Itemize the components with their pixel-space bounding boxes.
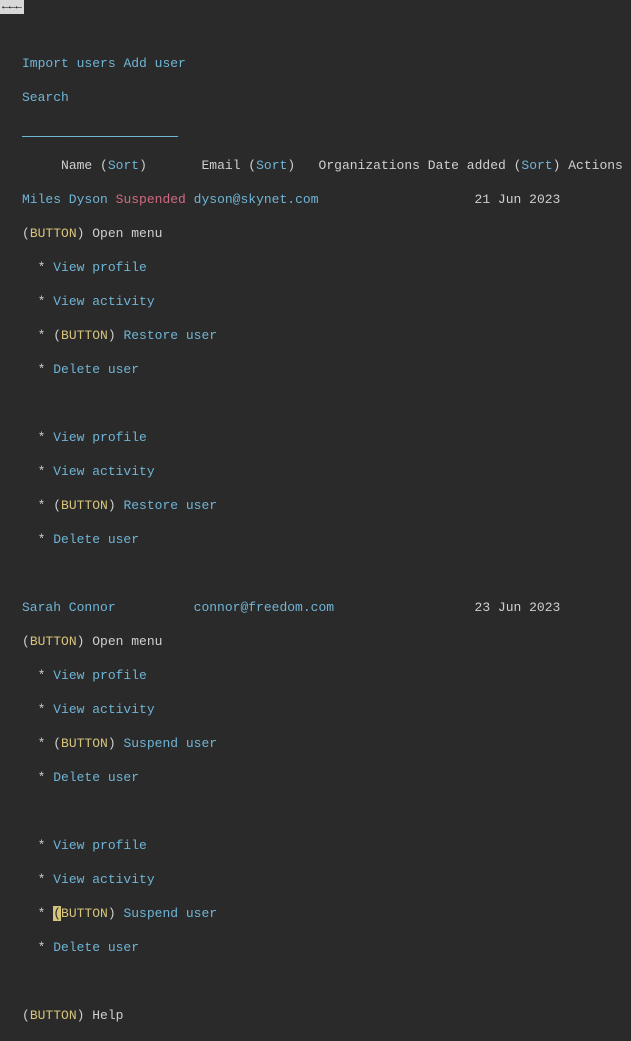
- delete-user-link[interactable]: Delete user: [53, 532, 139, 547]
- suspend-user-button[interactable]: BUTTON: [61, 736, 108, 751]
- sort-email[interactable]: Sort: [256, 158, 287, 173]
- table-row: Sarah Connor connor@freedom.com 23 Jun 2…: [22, 599, 631, 616]
- help-button[interactable]: BUTTON: [30, 1008, 77, 1023]
- user-name-link[interactable]: Miles Dyson: [22, 192, 108, 207]
- col-date-added: Date added: [428, 158, 506, 173]
- user-name-link[interactable]: Sarah Connor: [22, 600, 116, 615]
- delete-user-link[interactable]: Delete user: [53, 770, 139, 785]
- view-activity-link[interactable]: View activity: [53, 872, 154, 887]
- view-profile-link[interactable]: View profile: [53, 260, 147, 275]
- user-email-link[interactable]: connor@freedom.com: [194, 600, 334, 615]
- text-cursor: (: [53, 906, 61, 921]
- delete-user-link[interactable]: Delete user: [53, 362, 139, 377]
- restore-user-button[interactable]: BUTTON: [61, 498, 108, 513]
- col-organizations: Organizations: [319, 158, 420, 173]
- suspend-user-link[interactable]: Suspend user: [123, 736, 217, 751]
- open-menu-button[interactable]: BUTTON: [30, 226, 77, 241]
- add-user-link[interactable]: Add user: [123, 56, 185, 71]
- search-link[interactable]: Search: [22, 90, 69, 105]
- view-profile-link[interactable]: View profile: [53, 838, 147, 853]
- help-label: Help: [92, 1008, 123, 1023]
- table-row: Miles Dyson Suspended dyson@skynet.com 2…: [22, 191, 631, 208]
- view-activity-link[interactable]: View activity: [53, 294, 154, 309]
- view-activity-link[interactable]: View activity: [53, 702, 154, 717]
- delete-user-link[interactable]: Delete user: [53, 940, 139, 955]
- restore-user-link[interactable]: Restore user: [123, 328, 217, 343]
- sort-name[interactable]: Sort: [108, 158, 139, 173]
- search-input-indicator[interactable]: ____________________: [22, 124, 178, 139]
- user-email-link[interactable]: dyson@skynet.com: [194, 192, 319, 207]
- table-header: Name (Sort) Email (Sort) Organizations D…: [22, 157, 631, 174]
- col-email: Email: [201, 158, 240, 173]
- suspend-user-button[interactable]: BUTTON: [61, 906, 108, 921]
- user-date-added: 21 Jun 2023: [475, 192, 561, 207]
- view-profile-link[interactable]: View profile: [53, 430, 147, 445]
- sort-date-added[interactable]: Sort: [521, 158, 552, 173]
- view-profile-link[interactable]: View profile: [53, 668, 147, 683]
- open-menu-button[interactable]: BUTTON: [30, 634, 77, 649]
- open-menu-label: Open menu: [92, 226, 162, 241]
- col-actions: Actions: [568, 158, 623, 173]
- restore-user-button[interactable]: BUTTON: [61, 328, 108, 343]
- open-menu-label: Open menu: [92, 634, 162, 649]
- restore-user-link[interactable]: Restore user: [123, 498, 217, 513]
- status-badge: Suspended: [116, 192, 186, 207]
- col-name: Name: [61, 158, 92, 173]
- suspend-user-link[interactable]: Suspend user: [123, 906, 217, 921]
- view-activity-link[interactable]: View activity: [53, 464, 154, 479]
- import-users-link[interactable]: Import users: [22, 56, 116, 71]
- user-date-added: 23 Jun 2023: [475, 600, 561, 615]
- back-arrows[interactable]: ←←←: [0, 0, 24, 14]
